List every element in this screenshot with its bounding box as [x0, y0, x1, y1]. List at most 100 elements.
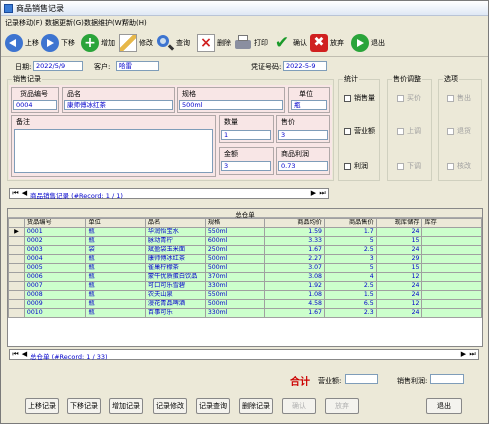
table-cell[interactable]: 250ml: [204, 245, 266, 255]
confirm-record-button[interactable]: 确认: [282, 398, 316, 414]
table-cell[interactable]: 600ml: [204, 236, 266, 246]
spec-field[interactable]: 500ml: [179, 100, 283, 110]
table-cell[interactable]: [421, 236, 482, 246]
table-cell[interactable]: 24: [375, 290, 423, 300]
customer-field[interactable]: 哈雷: [116, 61, 159, 71]
adjust-raise-checkbox[interactable]: 上调: [397, 126, 421, 136]
table-cell[interactable]: 15: [375, 263, 423, 273]
table-cell[interactable]: 6.5: [323, 299, 377, 309]
table-cell[interactable]: 1.67: [264, 245, 325, 255]
row-indicator[interactable]: [8, 290, 25, 300]
table-cell[interactable]: 瓶: [85, 299, 146, 309]
prev-button[interactable]: 上移: [5, 33, 39, 53]
table-cell[interactable]: 1.59: [264, 227, 325, 237]
table-cell[interactable]: 330ml: [204, 308, 266, 318]
stat-sales-volume-checkbox[interactable]: 销售量: [344, 93, 375, 103]
adjust-lower-checkbox[interactable]: 下调: [397, 161, 421, 171]
profit-field[interactable]: 0.73: [278, 161, 328, 171]
table-cell[interactable]: 0007: [23, 281, 87, 291]
first-record-icon[interactable]: ⏮: [11, 189, 20, 198]
next-button[interactable]: 下移: [41, 33, 75, 53]
exit-form-button[interactable]: 退出: [426, 398, 462, 414]
table-cell[interactable]: 2.3: [323, 308, 377, 318]
table-row[interactable]: 0002 瓶脉动青柠 600ml 3.33 5 15: [8, 236, 482, 246]
edit-button[interactable]: 修改: [119, 33, 153, 53]
table-cell[interactable]: [421, 245, 482, 255]
table-cell[interactable]: [421, 308, 482, 318]
last-record-icon[interactable]: ⏭: [318, 189, 327, 198]
edit-record-button[interactable]: 记录修改: [153, 398, 187, 414]
table-cell[interactable]: 0010: [23, 308, 87, 318]
table-cell[interactable]: 500ml: [204, 263, 266, 273]
option-return-checkbox[interactable]: 退货: [447, 126, 471, 136]
delete-button[interactable]: × 删除: [197, 33, 231, 53]
stat-profit-checkbox[interactable]: 利润: [344, 161, 368, 171]
table-row[interactable]: 0008 瓶农夫山泉 550ml 1.08 1.5 24: [8, 290, 482, 300]
table-cell[interactable]: 370ml: [204, 272, 266, 282]
delete-record-button[interactable]: 删除记录: [239, 398, 273, 414]
row-indicator[interactable]: [8, 299, 25, 309]
option-verify-checkbox[interactable]: 核改: [447, 161, 471, 171]
table-cell[interactable]: 29: [375, 254, 423, 264]
col-avg-price[interactable]: 商品均价: [264, 218, 325, 228]
table-cell[interactable]: 0002: [23, 236, 87, 246]
table-cell[interactable]: 3.08: [264, 272, 325, 282]
table-cell[interactable]: 1.92: [264, 281, 325, 291]
table-row[interactable]: 0007 瓶可口可乐雪碧 330ml 1.92 2.5 24: [8, 281, 482, 291]
table-cell[interactable]: 550ml: [204, 227, 266, 237]
table-cell[interactable]: 0005: [23, 263, 87, 273]
prev-record-icon[interactable]: ◀: [20, 189, 29, 198]
menu-data-update[interactable]: 数据更新(G): [45, 18, 84, 28]
table-cell[interactable]: [421, 272, 482, 282]
add-record-button[interactable]: 增加记录: [109, 398, 143, 414]
table-cell[interactable]: 瓶: [85, 263, 146, 273]
table-cell[interactable]: 5: [323, 236, 377, 246]
table-cell[interactable]: [421, 299, 482, 309]
table-cell[interactable]: 330ml: [204, 281, 266, 291]
table-cell[interactable]: 瓶: [85, 290, 146, 300]
menu-data-maintain[interactable]: 数据维护(W): [84, 18, 124, 28]
row-indicator[interactable]: ▶: [8, 227, 25, 237]
table-row[interactable]: 0005 瓶雀巢柠檬茶 500ml 3.07 5 15: [8, 263, 482, 273]
row-indicator[interactable]: [8, 308, 25, 318]
total-profit-field[interactable]: [430, 374, 464, 384]
table-cell[interactable]: 蒙牛优质蛋白饮品: [144, 272, 206, 282]
exit-button[interactable]: 退出: [351, 33, 385, 53]
table-cell[interactable]: 24: [375, 281, 423, 291]
row-indicator[interactable]: [8, 245, 25, 255]
table-row[interactable]: 0006 瓶蒙牛优质蛋白饮品 370ml 3.08 4 12: [8, 272, 482, 282]
table-cell[interactable]: 3.33: [264, 236, 325, 246]
table-cell[interactable]: 5: [323, 263, 377, 273]
table-cell[interactable]: 瓶: [85, 308, 146, 318]
next-record-icon[interactable]: ▶: [309, 189, 318, 198]
price-field[interactable]: 3: [278, 130, 328, 140]
row-indicator[interactable]: [8, 263, 25, 273]
table-cell[interactable]: 550ml: [204, 290, 266, 300]
table-cell[interactable]: 漫花青品啤酒: [144, 299, 206, 309]
table-cell[interactable]: 0008: [23, 290, 87, 300]
table-cell[interactable]: 雀巢柠檬茶: [144, 263, 206, 273]
abandon-record-button[interactable]: 放弃: [325, 398, 359, 414]
amount-field[interactable]: 3: [221, 161, 271, 171]
table-cell[interactable]: 1.7: [323, 227, 377, 237]
adjust-buy-price-checkbox[interactable]: 买价: [397, 93, 421, 103]
table-cell[interactable]: 12: [375, 299, 423, 309]
table-cell[interactable]: 百事可乐: [144, 308, 206, 318]
col-name[interactable]: 品名: [144, 218, 206, 228]
table-cell[interactable]: 瓶: [85, 236, 146, 246]
table-cell[interactable]: [421, 227, 482, 237]
table-cell[interactable]: 2.5: [323, 245, 377, 255]
table-cell[interactable]: 0001: [23, 227, 87, 237]
unit-field[interactable]: 瓶: [291, 100, 327, 110]
add-button[interactable]: + 增加: [81, 33, 115, 53]
table-row[interactable]: 0009 瓶漫花青品啤酒 500ml 4.58 6.5 12: [8, 299, 482, 309]
table-cell[interactable]: [421, 290, 482, 300]
table-cell[interactable]: 康师傅冰红茶: [144, 254, 206, 264]
qty-field[interactable]: 1: [221, 130, 271, 140]
voucher-field[interactable]: 2022-5-9: [283, 61, 327, 71]
table-cell[interactable]: 瓶: [85, 281, 146, 291]
table-cell[interactable]: 0006: [23, 272, 87, 282]
table-row[interactable]: 0003 袋斌盈袋玉米面 250ml 1.67 2.5 24: [8, 245, 482, 255]
table-cell[interactable]: 0003: [23, 245, 87, 255]
row-indicator[interactable]: [8, 254, 25, 264]
